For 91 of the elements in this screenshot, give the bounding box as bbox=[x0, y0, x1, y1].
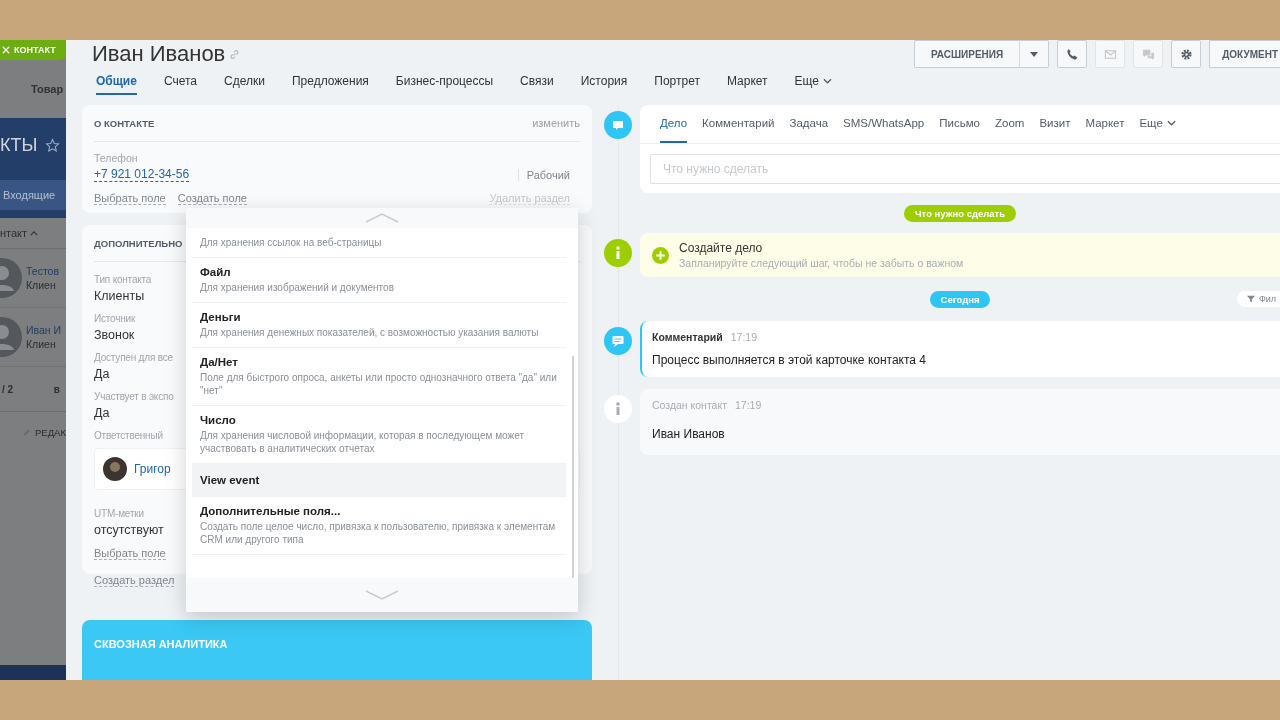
card-title: СКВОЗНАЯ АНАЛИТИКА bbox=[94, 638, 228, 650]
counter: / 2 bbox=[2, 383, 14, 395]
menu-item[interactable]: Деньги Для хранения денежных показателей, с возможностью указания валюты bbox=[192, 303, 566, 348]
chevron-up-icon[interactable] bbox=[365, 213, 399, 223]
contact-title: Иван Иванов bbox=[92, 41, 226, 67]
field-label: Участвует в экспо bbox=[94, 391, 174, 402]
card-title: О КОНТАКТЕ bbox=[94, 117, 155, 129]
event-time: 17:19 bbox=[735, 399, 762, 411]
field-link[interactable]: Выбрать поле bbox=[94, 547, 166, 560]
event-time: 17:19 bbox=[730, 331, 757, 343]
caret-icon bbox=[1030, 51, 1039, 57]
field-link[interactable]: Выбрать поле bbox=[94, 192, 166, 205]
chat-icon bbox=[1141, 47, 1155, 61]
info-icon bbox=[604, 395, 632, 423]
tab[interactable]: Портрет bbox=[654, 69, 700, 95]
activity-tab[interactable]: Маркет bbox=[1085, 105, 1125, 143]
tab[interactable]: Общие bbox=[96, 69, 137, 95]
field-value: Да bbox=[94, 367, 110, 381]
filter-button[interactable]: Фил bbox=[1236, 291, 1280, 307]
comment-icon bbox=[604, 111, 632, 139]
plus-icon bbox=[652, 246, 669, 264]
comment-icon bbox=[604, 327, 632, 355]
tab[interactable]: Сделки bbox=[224, 69, 265, 95]
link-icon[interactable] bbox=[229, 48, 241, 60]
extensions-dropdown-button[interactable] bbox=[1019, 40, 1050, 68]
field-link[interactable]: Создать поле bbox=[177, 192, 247, 205]
planned-badge: Что нужно сделать bbox=[903, 204, 1017, 222]
activity-tab[interactable]: Еще bbox=[1139, 105, 1176, 143]
event-text: Иван Иванов bbox=[652, 427, 726, 441]
tab[interactable]: Предложения bbox=[291, 69, 369, 95]
tab[interactable]: Счета bbox=[163, 69, 197, 95]
event-title: Создан контакт bbox=[652, 399, 727, 411]
settings-icon bbox=[1179, 47, 1193, 61]
create-task-card[interactable]: Создайте дело Запланируйте следующий шаг, чтобы не забыть о важном bbox=[640, 233, 1280, 277]
menu-item[interactable]: Дополнительные поля... Создать поле целое число, привязка к пользователю, привязка к элементам CRM или другого типа bbox=[192, 497, 566, 555]
menu-item[interactable]: View event bbox=[192, 464, 566, 497]
field-value: Да bbox=[94, 406, 110, 420]
create-section-link[interactable]: Создать раздел bbox=[94, 574, 175, 587]
close-icon bbox=[2, 46, 10, 54]
field-label: Тип контакта bbox=[94, 274, 152, 285]
tab[interactable]: Еще bbox=[794, 69, 832, 95]
create-task-hint: Запланируйте следующий шаг, чтобы не забыть о важном bbox=[679, 257, 964, 269]
field-label: Телефон bbox=[94, 152, 139, 164]
user-link[interactable]: Григор bbox=[134, 462, 171, 476]
event-title: Комментарий bbox=[652, 331, 723, 343]
task-input[interactable]: Что нужно сделать bbox=[650, 154, 1280, 184]
activity-tab[interactable]: Комментарий bbox=[702, 105, 775, 143]
field-label: Ответственный bbox=[94, 430, 163, 441]
phone-button[interactable] bbox=[1057, 40, 1088, 68]
settings-button[interactable] bbox=[1171, 40, 1202, 68]
tab[interactable]: Связи bbox=[520, 69, 554, 95]
create-task-title: Создайте дело bbox=[679, 241, 764, 255]
tab[interactable]: Бизнес-процессы bbox=[395, 69, 494, 95]
activity-tab[interactable]: Визит bbox=[1039, 105, 1071, 143]
today-badge: Сегодня bbox=[929, 290, 991, 308]
phone-type: Рабочий bbox=[517, 168, 570, 181]
field-value: Звонок bbox=[94, 328, 135, 342]
activity-tab[interactable]: Дело bbox=[660, 105, 688, 143]
phone-link[interactable]: +7 921 012-34-56 bbox=[94, 167, 190, 182]
contact-type: Клиен bbox=[26, 337, 57, 351]
star-icon[interactable] bbox=[45, 137, 61, 153]
event-text: Процесс выполняется в этой карточке контакта 4 bbox=[652, 353, 928, 367]
field-label: Доступен для все bbox=[94, 352, 173, 363]
phone-icon bbox=[1065, 47, 1079, 61]
field-label: UTM-метки bbox=[94, 508, 144, 519]
documents-button[interactable]: ДОКУМЕНТ bbox=[1209, 40, 1280, 68]
footer-bar bbox=[0, 665, 66, 680]
info-icon bbox=[604, 239, 632, 267]
tab[interactable]: Маркет bbox=[726, 69, 768, 95]
chevron-down-icon[interactable] bbox=[365, 590, 399, 600]
menu-item[interactable]: Файл Для хранения изображений и документов bbox=[192, 258, 566, 303]
menu-item[interactable]: Да/Нет Поле для быстрого опроса, анкеты или просто однозначного ответа "да" или "нет" bbox=[192, 348, 566, 406]
scrollbar-thumb[interactable] bbox=[572, 356, 574, 578]
sort-up-icon bbox=[30, 230, 39, 236]
contact-type: Клиен bbox=[26, 278, 57, 292]
activity-tab[interactable]: Задача bbox=[789, 105, 829, 143]
activity-tab[interactable]: Zoom bbox=[995, 105, 1025, 143]
column-label: в bbox=[53, 383, 60, 395]
activity-tab[interactable]: SMS/WhatsApp bbox=[843, 105, 925, 143]
edit-button[interactable]: РЕДАК bbox=[35, 426, 66, 438]
field-value: отсутствуют bbox=[94, 523, 164, 537]
section-title: КТЫ bbox=[0, 134, 38, 156]
tab[interactable]: История bbox=[580, 69, 628, 95]
field-value: Клиенты bbox=[94, 289, 145, 303]
filter-icon bbox=[1246, 295, 1255, 303]
activity-tab[interactable]: Письмо bbox=[939, 105, 980, 143]
avatar-circle bbox=[103, 457, 127, 481]
field-label: Источник bbox=[94, 313, 136, 324]
mail-icon bbox=[1103, 47, 1117, 61]
extensions-button[interactable]: РАСШИРЕНИЯ bbox=[914, 40, 1020, 68]
card-title: ДОПОЛНИТЕЛЬНО bbox=[94, 237, 183, 249]
